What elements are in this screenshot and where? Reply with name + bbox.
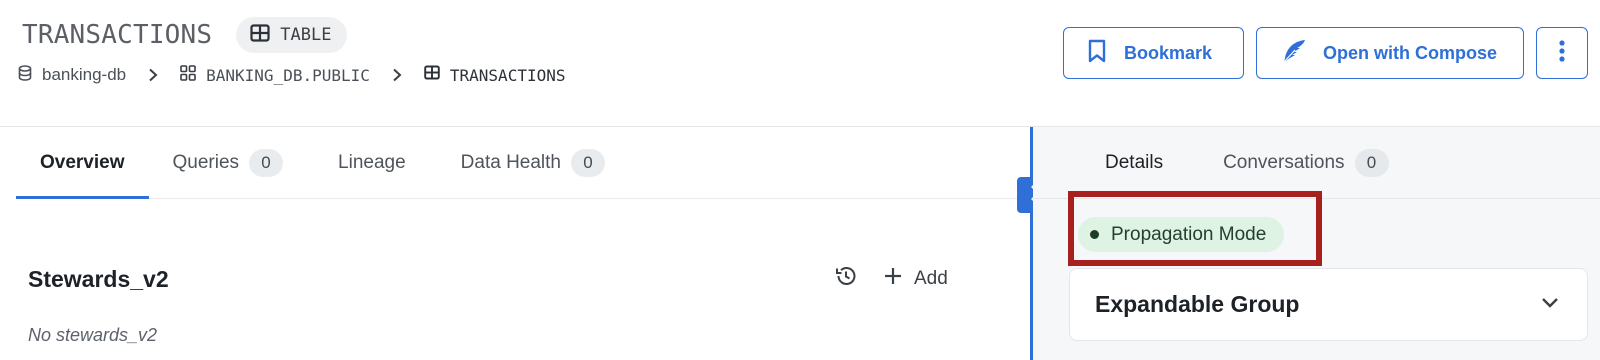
highlight-annotation-box	[1068, 191, 1322, 266]
tab-queries[interactable]: Queries 0	[149, 127, 284, 198]
tab-label: Conversations	[1223, 151, 1345, 173]
history-icon[interactable]	[834, 264, 858, 293]
section-title: Stewards_v2	[28, 266, 169, 292]
tab-count-badge: 0	[249, 148, 284, 177]
feather-icon	[1281, 38, 1307, 69]
breadcrumb-label: TRANSACTIONS	[449, 65, 566, 85]
breadcrumb-item-database[interactable]: banking-db	[18, 64, 127, 86]
empty-state-text: No stewards_v2	[28, 325, 158, 345]
plus-icon	[884, 267, 902, 291]
tab-count-badge: 0	[1354, 148, 1389, 177]
expandable-group[interactable]: Expandable Group	[1069, 268, 1588, 341]
more-options-button[interactable]	[1536, 27, 1588, 79]
section-actions: Add	[834, 264, 948, 293]
chevron-down-icon	[1541, 296, 1559, 314]
tab-lineage[interactable]: Lineage	[338, 127, 406, 198]
sidebar-tabs: Details Conversations 0	[1033, 127, 1600, 199]
expandable-group-title: Expandable Group	[1095, 291, 1300, 317]
type-badge: TABLE	[236, 17, 348, 53]
header-actions: Bookmark Open with Compose	[1063, 27, 1588, 79]
add-steward-button[interactable]: Add	[884, 267, 948, 291]
add-label: Add	[914, 267, 948, 289]
entity-header: TRANSACTIONS TABLE banking-db BANKING_DB…	[0, 0, 1600, 127]
schema-grid-icon	[180, 64, 196, 86]
tab-label: Lineage	[338, 151, 406, 173]
main-pane: Overview Queries 0 Lineage Data Health 0…	[0, 127, 1032, 360]
chevron-right-icon	[392, 68, 402, 82]
table-icon	[250, 23, 270, 47]
tab-label: Overview	[40, 151, 125, 173]
breadcrumb-label: BANKING_DB.PUBLIC	[206, 65, 370, 85]
tab-label: Data Health	[460, 151, 561, 173]
database-icon	[18, 64, 32, 86]
open-with-compose-button[interactable]: Open with Compose	[1256, 27, 1524, 79]
details-sidebar: Details Conversations 0 Propagation Mode…	[1033, 127, 1600, 360]
bookmark-label: Bookmark	[1124, 42, 1213, 63]
tab-label: Details	[1105, 151, 1164, 173]
breadcrumb-label: banking-db	[42, 65, 127, 84]
chevron-right-icon	[148, 68, 158, 82]
table-icon	[424, 65, 440, 85]
tab-label: Queries	[172, 151, 240, 173]
tab-details[interactable]: Details	[1105, 127, 1163, 198]
tab-data-health[interactable]: Data Health 0	[461, 127, 605, 198]
title-row: TRANSACTIONS TABLE	[22, 17, 348, 53]
compose-label: Open with Compose	[1323, 42, 1498, 63]
page-title: TRANSACTIONS	[22, 20, 213, 50]
type-badge-label: TABLE	[280, 25, 332, 45]
tab-count-badge: 0	[571, 148, 605, 177]
breadcrumb-item-table[interactable]: TRANSACTIONS	[424, 65, 566, 85]
tab-conversations[interactable]: Conversations 0	[1223, 127, 1389, 198]
kebab-menu-icon	[1559, 39, 1565, 68]
main-tabs: Overview Queries 0 Lineage Data Health 0	[16, 127, 1032, 199]
bookmark-icon	[1088, 39, 1106, 68]
tab-overview[interactable]: Overview	[16, 127, 149, 199]
bookmark-button[interactable]: Bookmark	[1063, 27, 1244, 79]
breadcrumb-item-schema[interactable]: BANKING_DB.PUBLIC	[180, 64, 370, 86]
breadcrumb: banking-db BANKING_DB.PUBLIC TRANSACTION…	[18, 62, 565, 88]
